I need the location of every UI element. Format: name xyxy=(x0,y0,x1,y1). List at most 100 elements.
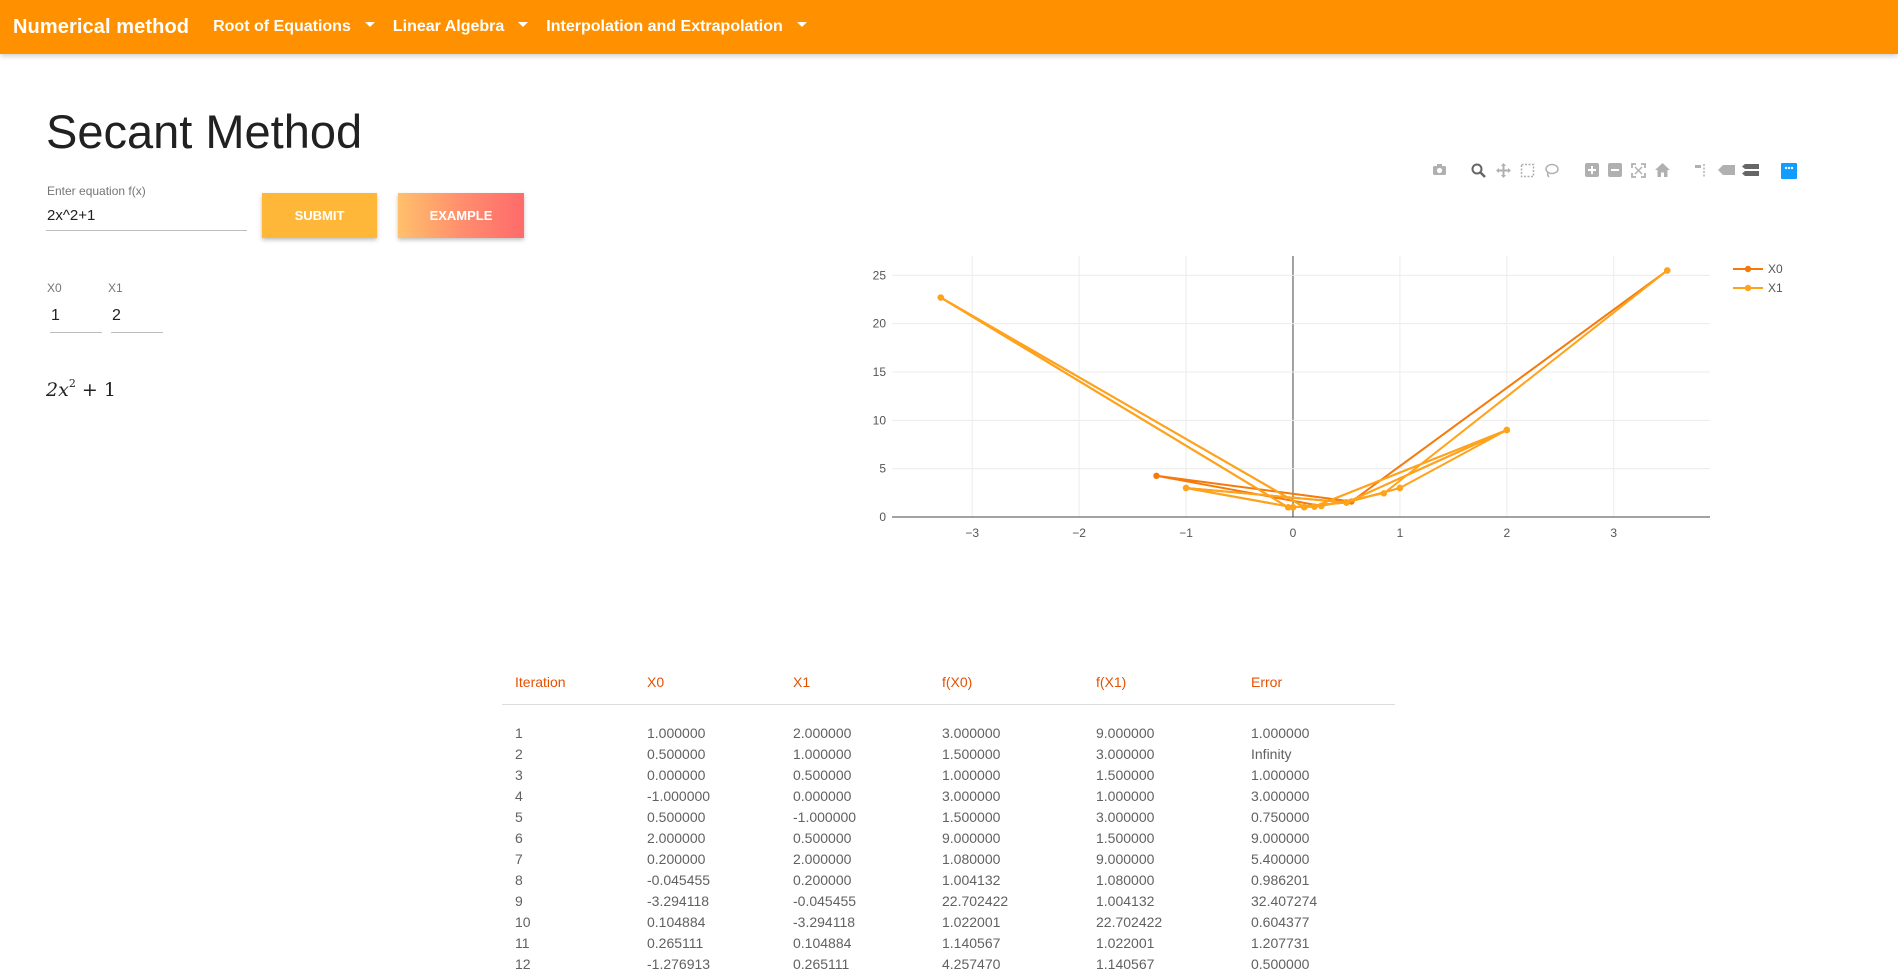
column-header: f(X0) xyxy=(929,660,1083,705)
table-row: 2 0.500000 1.000000 1.500000 3.000000 Infinit… xyxy=(502,744,1395,765)
table-row: 7 0.200000 2.000000 1.080000 9.000000 5.40000… xyxy=(502,849,1395,870)
autoscale-icon[interactable] xyxy=(1630,163,1647,180)
table-cell: 9 xyxy=(515,892,523,909)
column-header: Iteration xyxy=(502,660,634,705)
table-cell: 0.265111 xyxy=(793,955,850,972)
column-header: X1 xyxy=(780,660,929,705)
spike-lines-icon[interactable] xyxy=(1692,163,1709,180)
data-point-x1 xyxy=(1664,267,1671,274)
column-header: Error xyxy=(1238,660,1395,705)
hover-compare-icon[interactable] xyxy=(1742,163,1759,180)
table-cell: 0.500000 xyxy=(1251,955,1310,972)
table-cell: 22.702422 xyxy=(1096,913,1163,930)
table-cell: 2.000000 xyxy=(647,829,706,846)
nav-linear-algebra[interactable]: Linear Algebra xyxy=(393,18,529,36)
table-cell: 22.702422 xyxy=(942,892,1009,909)
table-cell: 3.000000 xyxy=(942,787,1001,804)
table-cell: 6 xyxy=(515,829,523,846)
nav-root-of-equations-label: Root of Equations xyxy=(213,18,351,35)
legend-marker xyxy=(1744,265,1752,273)
table-cell: -1.000000 xyxy=(793,808,857,825)
table-cell: 3.000000 xyxy=(1251,787,1310,804)
table-row: 10 0.104884 -3.294118 1.022001 22.702422 0.60… xyxy=(502,912,1395,933)
table-cell: 0.000000 xyxy=(647,766,706,783)
example-button[interactable]: EXAMPLE xyxy=(398,193,524,238)
table-cell: 1.000000 xyxy=(1251,724,1310,741)
y-tick-label: 0 xyxy=(879,510,886,524)
equation-preview: 2x2 + 1 xyxy=(46,377,116,401)
data-point-x1 xyxy=(1380,490,1388,497)
data-point-x0 xyxy=(1153,472,1160,480)
table-row: 9 -3.294118 -0.045455 22.702422 1.004132 32.4… xyxy=(502,891,1395,912)
math-term: 2x xyxy=(46,379,69,401)
x-tick-label: 3 xyxy=(1610,526,1617,540)
table-cell: 1.000000 xyxy=(793,745,852,762)
camera-icon[interactable] xyxy=(1431,163,1448,180)
x-tick-label: 1 xyxy=(1397,526,1404,540)
table-cell: -0.045455 xyxy=(647,871,711,888)
iteration-table-container: Iteration X0 X1 f(X0) f(X1) Error 1 1.000… xyxy=(502,660,1395,975)
table-cell: 1.022001 xyxy=(942,913,1001,930)
brand-link[interactable]: Numerical method xyxy=(13,16,189,39)
secant-chart[interactable]: −3 −2 −1 0 1 2 3 0 5 10 15 20 25 X0 X1 xyxy=(870,240,1870,560)
series-line-x1 xyxy=(939,269,1668,509)
box-select-icon[interactable] xyxy=(1519,163,1536,180)
data-point-x1 xyxy=(1503,426,1511,434)
y-tick-label: 20 xyxy=(873,317,887,331)
submit-button[interactable]: SUBMIT xyxy=(262,193,377,238)
table-cell: 0.500000 xyxy=(647,808,706,825)
zoom-icon[interactable] xyxy=(1470,163,1487,180)
table-cell: 1.140567 xyxy=(942,934,1001,951)
data-point-x1 xyxy=(1284,504,1292,511)
y-tick-label: 10 xyxy=(873,413,887,427)
table-cell: 1.500000 xyxy=(942,808,1001,825)
x-tick-label: 0 xyxy=(1290,526,1297,540)
table-cell: 11 xyxy=(515,934,530,951)
legend-label: X1 xyxy=(1768,281,1783,295)
pan-icon[interactable] xyxy=(1495,163,1512,180)
table-cell: 0.750000 xyxy=(1251,808,1310,825)
table-cell: 5.400000 xyxy=(1251,850,1310,867)
table-row: 12 -1.276913 0.265111 4.257470 1.140567 0.500… xyxy=(502,954,1395,975)
table-cell: 0.500000 xyxy=(793,829,852,846)
table-cell: 9.000000 xyxy=(1251,829,1310,846)
table-cell: 8 xyxy=(515,871,523,888)
table-cell: 1.080000 xyxy=(1096,871,1155,888)
table-cell: 10 xyxy=(515,913,531,930)
table-cell: 0.104884 xyxy=(793,934,852,951)
table-cell: -1.000000 xyxy=(647,787,711,804)
top-navbar: Numerical method Root of Equations Linea… xyxy=(0,0,1898,54)
table-cell: -1.276913 xyxy=(647,955,711,972)
table-cell: 7 xyxy=(515,850,523,867)
x1-label: X1 xyxy=(108,281,123,295)
x0-input[interactable] xyxy=(50,300,102,333)
data-point-x1 xyxy=(1311,503,1318,510)
table-row: 8 -0.045455 0.200000 1.004132 1.080000 0.9862… xyxy=(502,870,1395,891)
nav-interpolation[interactable]: Interpolation and Extrapolation xyxy=(546,18,807,36)
table-cell: 2 xyxy=(515,745,523,762)
table-header: Iteration X0 X1 f(X0) f(X1) Error xyxy=(502,660,1395,705)
table-cell: 3.000000 xyxy=(942,724,1001,741)
reset-axes-icon[interactable] xyxy=(1654,163,1671,180)
chevron-down-icon xyxy=(518,21,529,27)
table-cell: 1.500000 xyxy=(1096,766,1155,783)
table-cell: 1.022001 xyxy=(1096,934,1155,951)
table-cell: 3 xyxy=(515,766,523,783)
column-header: f(X1) xyxy=(1083,660,1238,705)
table-cell: 1.000000 xyxy=(647,724,706,741)
lasso-select-icon[interactable] xyxy=(1543,163,1560,180)
zoom-out-icon[interactable] xyxy=(1606,163,1623,180)
plotly-logo-icon[interactable] xyxy=(1780,163,1797,180)
hover-closest-icon[interactable] xyxy=(1718,163,1735,180)
table-cell: 0.200000 xyxy=(793,871,852,888)
equation-input[interactable] xyxy=(46,201,247,231)
table-cell: 5 xyxy=(515,808,523,825)
zoom-in-icon[interactable] xyxy=(1583,163,1600,180)
legend-label: X0 xyxy=(1768,262,1783,276)
x-tick-label: −3 xyxy=(965,526,979,540)
nav-root-of-equations[interactable]: Root of Equations xyxy=(213,18,375,36)
table-cell: 1.000000 xyxy=(942,766,1001,783)
x1-input[interactable] xyxy=(111,300,163,333)
data-point-x1 xyxy=(1396,484,1404,492)
table-cell: 0.104884 xyxy=(647,913,706,930)
